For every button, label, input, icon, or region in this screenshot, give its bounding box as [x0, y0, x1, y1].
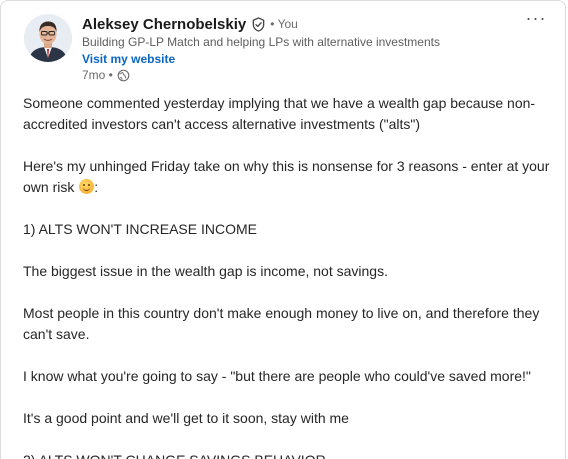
post-paragraph: I know what you're going to say - "but t… — [23, 368, 531, 384]
post-paragraph: 2) ALTS WON'T CHANGE SAVINGS BEHAVIOR — [23, 450, 558, 459]
author-name[interactable]: Aleksey Chernobelskiy — [82, 16, 246, 33]
post-content: Someone commented yesterday implying tha… — [23, 93, 558, 459]
avatar-photo — [24, 14, 72, 62]
post-card: Aleksey Chernobelskiy • You Building GP-… — [0, 0, 566, 459]
post-paragraph: 1) ALTS WON'T INCREASE INCOME — [23, 221, 257, 237]
you-label: • You — [270, 17, 298, 31]
post-time: 7mo • — [82, 68, 113, 82]
post-text: : — [94, 179, 99, 195]
smiling-face-icon — [79, 179, 95, 194]
post-paragraph: The biggest issue in the wealth gap is i… — [23, 263, 388, 279]
more-options-button[interactable]: ··· — [525, 9, 547, 33]
verified-badge-icon — [251, 16, 266, 32]
author-row: Aleksey Chernobelskiy • You — [82, 14, 298, 34]
post-paragraph: Most people in this country don't make e… — [23, 305, 540, 342]
post-paragraph: It's a good point and we'll get to it so… — [23, 410, 349, 426]
globe-icon — [117, 69, 130, 82]
author-avatar[interactable] — [24, 14, 72, 62]
post-meta: 7mo • — [82, 68, 130, 82]
author-headline: Building GP-LP Match and helping LPs wit… — [82, 35, 440, 49]
post-paragraph: Here's my unhinged Friday take on why th… — [23, 156, 558, 198]
post-text: Here's my unhinged Friday take on why th… — [23, 158, 550, 195]
post-paragraph: Someone commented yesterday implying tha… — [23, 95, 536, 132]
visit-website-link[interactable]: Visit my website — [82, 52, 175, 66]
